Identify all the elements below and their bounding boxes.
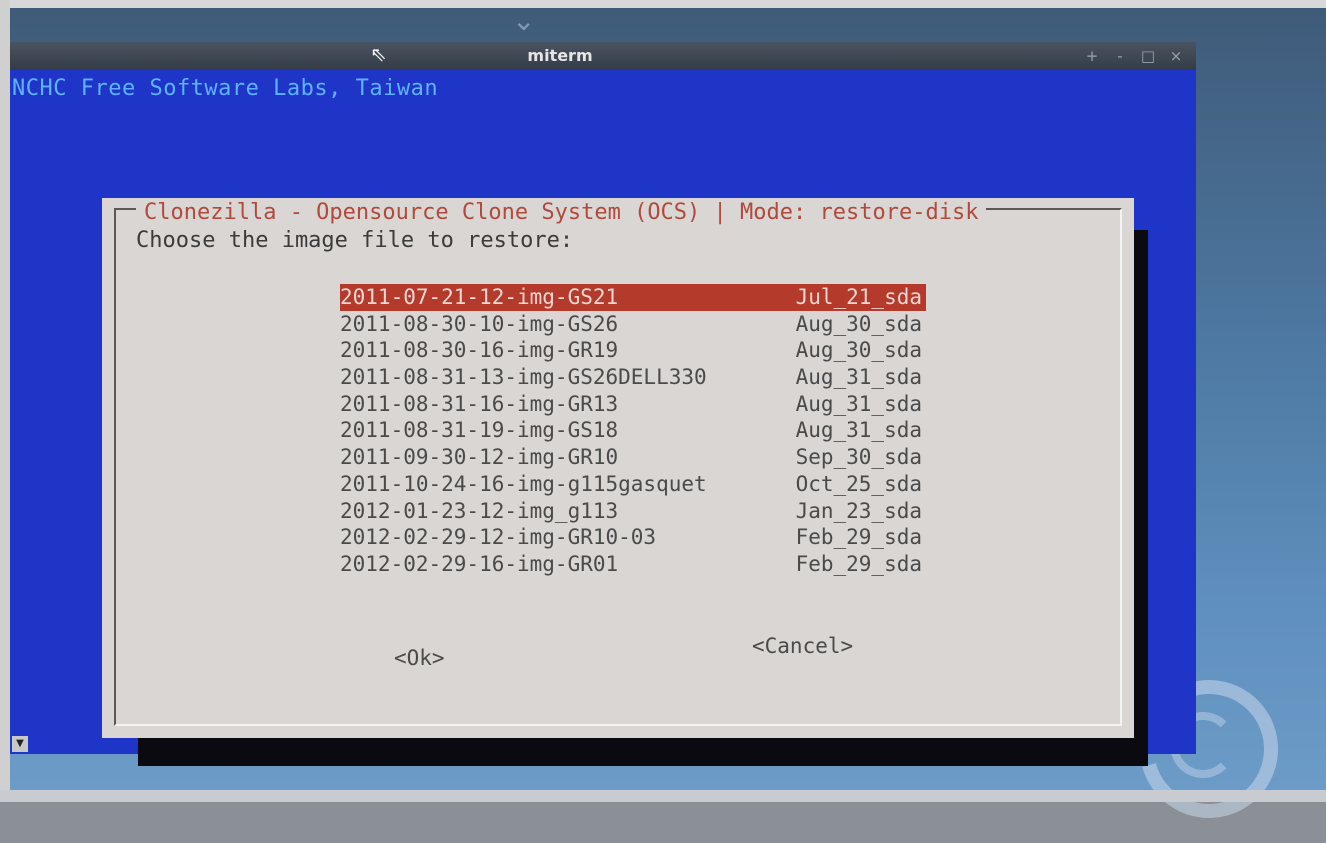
image-name: 2011-10-24-16-img-g115gasquet bbox=[340, 471, 707, 496]
image-list-item[interactable]: 2012-02-29-16-img-GR01 Feb_29_sda bbox=[340, 551, 926, 578]
image-list-item[interactable]: 2011-08-30-16-img-GR19 Aug_30_sda bbox=[340, 337, 926, 364]
image-date: Aug_31_sda bbox=[795, 391, 922, 416]
clonezilla-dialog: Clonezilla - Opensource Clone System (OC… bbox=[102, 198, 1134, 738]
image-date: Jul_21_sda bbox=[795, 285, 922, 309]
image-date: Feb_29_sda bbox=[795, 525, 922, 550]
photo-frame-left bbox=[0, 0, 10, 802]
image-list-item[interactable]: 2011-08-31-19-img-GS18 Aug_31_sda bbox=[340, 417, 926, 444]
image-date: Aug_30_sda bbox=[795, 338, 922, 363]
image-date: Aug_30_sda bbox=[795, 311, 922, 336]
image-name: 2012-02-29-12-img-GR10-03 bbox=[340, 525, 657, 550]
image-list-item[interactable]: 2011-08-31-16-img-GR13 Aug_31_sda bbox=[340, 391, 926, 418]
image-name: 2011-08-31-13-img-GS26DELL330 bbox=[340, 365, 707, 390]
image-date: Aug_31_sda bbox=[795, 365, 922, 390]
image-list: 2011-07-21-12-img-GS21 Jul_21_sda 2011-08-… bbox=[340, 284, 926, 578]
terminal-window: ⇖ miterm + - □ × NCHC Free Software Labs… bbox=[10, 42, 1196, 766]
image-list-item[interactable]: 2011-08-31-13-img-GS26DELL330 Aug_31_sda bbox=[340, 364, 926, 391]
pin-icon[interactable]: + bbox=[1084, 46, 1100, 66]
dialog-title: Clonezilla - Opensource Clone System (OC… bbox=[136, 200, 987, 225]
image-list-item[interactable]: 2012-01-23-12-img_g113 Jan_23_sda bbox=[340, 498, 926, 525]
image-name: 2011-08-31-19-img-GS18 bbox=[340, 418, 619, 443]
image-list-item[interactable]: 2011-10-24-16-img-g115gasquet Oct_25_sda bbox=[340, 471, 926, 498]
window-controls: + - □ × bbox=[1084, 46, 1184, 66]
image-list-item[interactable]: 2012-02-29-12-img-GR10-03 Feb_29_sda bbox=[340, 524, 926, 551]
photo-frame-bottom bbox=[0, 790, 1326, 802]
image-date: Jan_23_sda bbox=[795, 498, 922, 523]
image-name: 2011-08-31-16-img-GR13 bbox=[340, 391, 619, 416]
image-name: 2011-07-21-12-img-GS21 bbox=[340, 285, 619, 309]
window-titlebar[interactable]: ⇖ miterm + - □ × bbox=[10, 42, 1196, 70]
image-name: 2011-09-30-12-img-GR10 bbox=[340, 445, 619, 470]
image-date: Feb_29_sda bbox=[795, 551, 922, 576]
terminal-area[interactable]: NCHC Free Software Labs, Taiwan Clonezil… bbox=[10, 70, 1196, 766]
minimize-icon[interactable]: - bbox=[1112, 46, 1128, 66]
desktop-cursor-mark-icon: ⌄ bbox=[512, 4, 536, 37]
terminal-header: NCHC Free Software Labs, Taiwan bbox=[12, 76, 439, 101]
window-title: miterm bbox=[527, 46, 593, 65]
ok-button[interactable]: <Ok> bbox=[394, 646, 445, 670]
image-date: Oct_25_sda bbox=[795, 471, 922, 496]
photo-frame-top bbox=[0, 0, 1326, 8]
close-icon[interactable]: × bbox=[1168, 46, 1184, 66]
image-list-item[interactable]: 2011-09-30-12-img-GR10 Sep_30_sda bbox=[340, 444, 926, 471]
cancel-button[interactable]: <Cancel> bbox=[752, 634, 853, 658]
image-list-item[interactable]: 2011-08-30-10-img-GS26 Aug_30_sda bbox=[340, 311, 926, 338]
image-name: 2012-02-29-16-img-GR01 bbox=[340, 551, 619, 576]
image-date: Aug_31_sda bbox=[795, 418, 922, 443]
image-name: 2012-01-23-12-img_g113 bbox=[340, 498, 619, 523]
image-list-item[interactable]: 2011-07-21-12-img-GS21 Jul_21_sda bbox=[340, 284, 926, 311]
dialog-prompt: Choose the image file to restore: bbox=[136, 228, 574, 253]
image-name: 2011-08-30-16-img-GR19 bbox=[340, 338, 619, 363]
image-name: 2011-08-30-10-img-GS26 bbox=[340, 311, 619, 336]
image-date: Sep_30_sda bbox=[795, 445, 922, 470]
scroll-down-icon[interactable]: ▼ bbox=[12, 736, 28, 752]
maximize-icon[interactable]: □ bbox=[1140, 46, 1156, 66]
